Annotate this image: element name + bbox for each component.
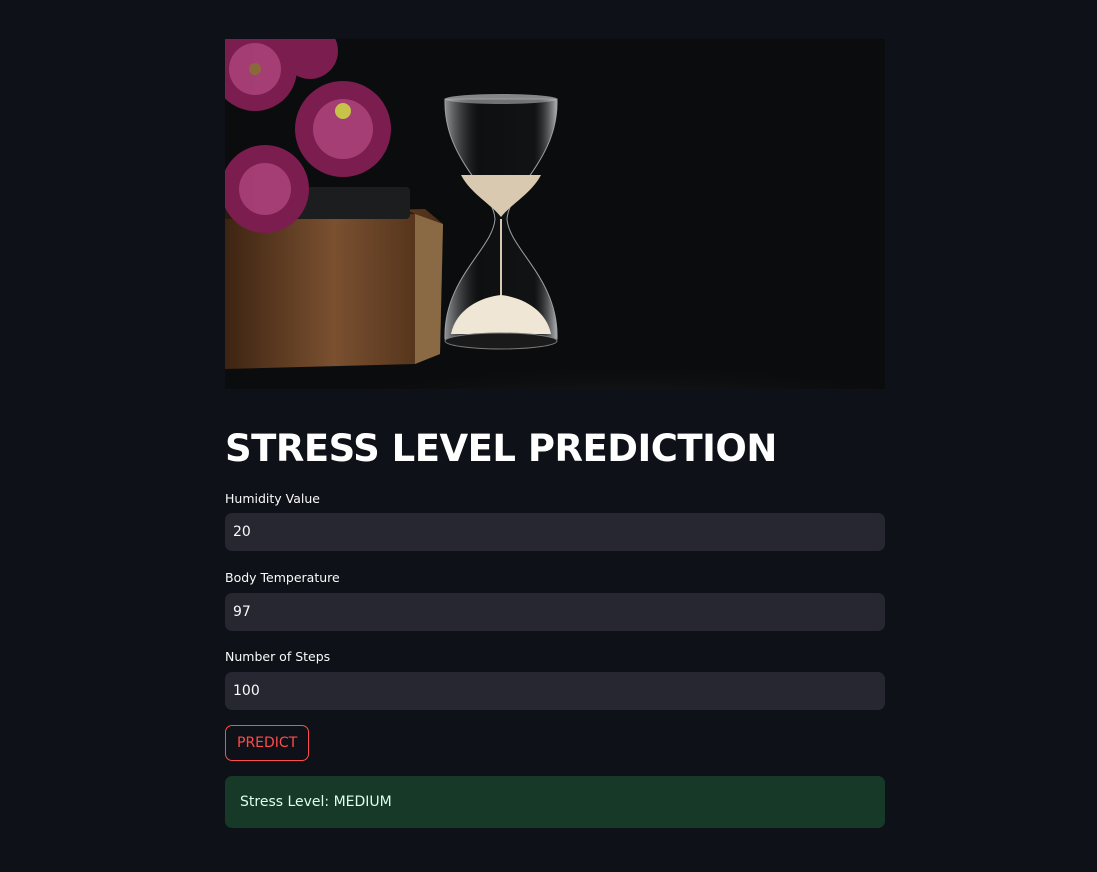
humidity-label: Humidity Value [225,491,320,506]
predict-button[interactable]: PREDICT [225,725,310,761]
result-text: Stress Level: MEDIUM [240,794,392,810]
humidity-input[interactable] [225,513,885,551]
steps-input[interactable] [225,672,885,710]
page-title: STRESS LEVEL PREDICTION [225,427,777,470]
main-container: STRESS LEVEL PREDICTION Humidity Value B… [225,39,885,828]
body-temperature-label: Body Temperature [225,570,340,585]
hourglass-image [225,39,885,389]
result-alert: Stress Level: MEDIUM [225,776,885,828]
body-temperature-input[interactable] [225,593,885,631]
hero-image [225,39,885,389]
steps-label: Number of Steps [225,649,331,664]
